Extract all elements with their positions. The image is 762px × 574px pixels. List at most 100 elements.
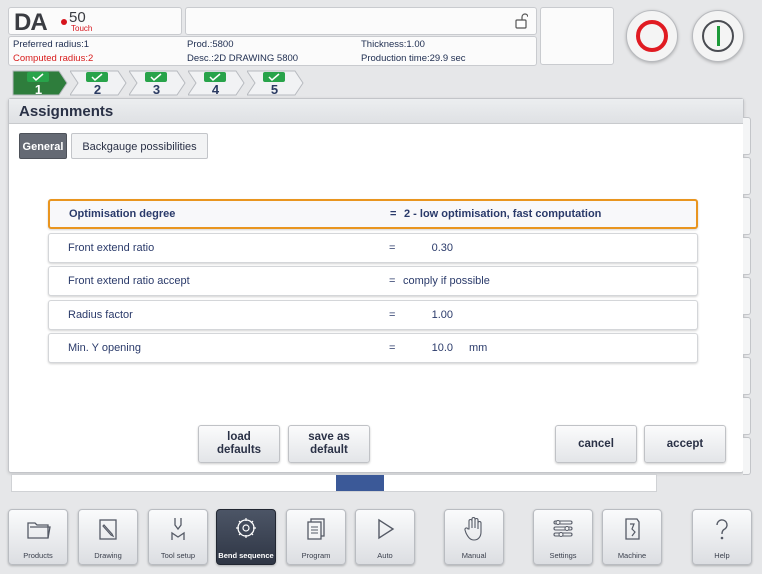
step-number: 3 xyxy=(152,82,161,97)
step-ok-icon xyxy=(27,72,49,82)
message-bar xyxy=(185,7,537,35)
step-number: 2 xyxy=(93,82,102,97)
step-number: 5 xyxy=(270,82,279,97)
status-box xyxy=(540,7,614,65)
nav-label: Auto xyxy=(377,551,393,560)
nav-drawing[interactable]: Drawing xyxy=(78,509,138,565)
nav-bend-sequence[interactable]: Bend sequence xyxy=(216,509,276,565)
save-as-default-button[interactable]: save as default xyxy=(288,425,370,463)
cancel-button[interactable]: cancel xyxy=(555,425,637,463)
nav-label: Drawing xyxy=(94,551,122,560)
current-step-marker xyxy=(336,475,384,491)
play-icon xyxy=(378,518,395,540)
param-value: 2 - low optimisation, fast computation xyxy=(404,208,602,220)
nav-settings[interactable]: Settings xyxy=(533,509,593,565)
logo-sub: Touch xyxy=(71,24,93,33)
side-tab[interactable] xyxy=(743,357,751,395)
tool-icon xyxy=(171,518,185,540)
nav-label: Help xyxy=(714,551,730,560)
param-equals: = xyxy=(390,208,397,220)
nav-manual[interactable]: Manual xyxy=(444,509,504,565)
side-tab[interactable] xyxy=(743,237,751,275)
param-equals: = xyxy=(389,275,396,287)
nav-label: Manual xyxy=(461,551,487,560)
tab-backgauge-possibilities[interactable]: Backgauge possibilities xyxy=(71,133,208,159)
nav-tool-setup[interactable]: Tool setup xyxy=(148,509,208,565)
param-value: comply if possible xyxy=(403,275,490,287)
step-number: 1 xyxy=(34,82,43,97)
hand-icon xyxy=(464,517,482,541)
param-equals: = xyxy=(389,242,396,254)
side-tab[interactable] xyxy=(743,317,751,355)
param-label: Min. Y opening xyxy=(68,342,141,354)
product-description: Desc.:2D DRAWING 5800 xyxy=(187,53,299,64)
nav-program[interactable]: Program xyxy=(286,509,346,565)
stop-icon xyxy=(636,20,668,52)
step-ok-icon xyxy=(86,72,108,82)
machine-icon xyxy=(625,518,640,540)
step-ok-icon xyxy=(263,72,285,82)
preferred-radius: Preferred radius:1 xyxy=(13,39,90,50)
nav-machine[interactable]: Machine xyxy=(602,509,662,565)
product-info-bar: Preferred radius:1 Computed radius:2 Pro… xyxy=(8,36,537,66)
side-tab[interactable] xyxy=(743,277,751,315)
logo-text: DA xyxy=(14,9,48,36)
param-value: 1.00 xyxy=(431,309,453,321)
bend-progress-strip xyxy=(11,474,657,492)
thickness: Thickness:1.00 xyxy=(361,39,425,50)
nav-label: Bend sequence xyxy=(218,551,274,560)
unlock-icon[interactable] xyxy=(514,13,528,29)
param-value: 0.30 xyxy=(431,242,453,254)
program-icon xyxy=(307,518,325,540)
step-tab-1[interactable]: 1 xyxy=(11,69,69,97)
side-tab[interactable] xyxy=(743,117,751,155)
side-tab[interactable] xyxy=(743,437,751,475)
nav-label: Products xyxy=(23,551,53,560)
step-tab-4[interactable]: 4 xyxy=(188,69,246,97)
load-defaults-button[interactable]: load defaults xyxy=(198,425,280,463)
param-min-y-opening[interactable]: Min. Y opening = 10.0 mm xyxy=(48,333,698,363)
step-ok-icon xyxy=(204,72,226,82)
param-equals: = xyxy=(389,309,396,321)
nav-label: Machine xyxy=(617,551,647,560)
param-front-extend-ratio[interactable]: Front extend ratio = 0.30 xyxy=(48,233,698,263)
nav-help[interactable]: Help xyxy=(692,509,752,565)
panel-title: Assignments xyxy=(9,99,743,124)
side-tab[interactable] xyxy=(743,397,751,435)
logo: DA 50 Touch xyxy=(8,7,182,36)
param-label: Radius factor xyxy=(68,309,133,321)
side-tab[interactable] xyxy=(743,157,751,195)
accept-button[interactable]: accept xyxy=(644,425,726,463)
param-front-extend-ratio-accept[interactable]: Front extend ratio accept = comply if po… xyxy=(48,266,698,296)
help-icon xyxy=(716,519,728,540)
param-label: Optimisation degree xyxy=(69,208,176,220)
step-tab-3[interactable]: 3 xyxy=(129,69,187,97)
param-unit: mm xyxy=(469,342,488,354)
stop-button[interactable] xyxy=(626,10,678,62)
param-label: Front extend ratio xyxy=(68,242,155,254)
step-ok-icon xyxy=(145,72,167,82)
param-value: 10.0 xyxy=(431,342,453,354)
step-tab-2[interactable]: 2 xyxy=(70,69,128,97)
tab-general[interactable]: General xyxy=(19,133,67,159)
param-equals: = xyxy=(389,342,396,354)
step-number: 4 xyxy=(211,82,220,97)
nav-label: Program xyxy=(301,551,331,560)
nav-label: Settings xyxy=(549,551,577,560)
nav-auto[interactable]: Auto xyxy=(355,509,415,565)
step-tab-5[interactable]: 5 xyxy=(247,69,305,97)
nav-products[interactable]: Products xyxy=(8,509,68,565)
start-button[interactable] xyxy=(692,10,744,62)
side-tab[interactable] xyxy=(743,197,751,235)
product-number: Prod.:5800 xyxy=(187,39,234,50)
nav-label: Tool setup xyxy=(160,551,196,560)
pencil-icon xyxy=(99,519,117,540)
param-optimisation-degree[interactable]: Optimisation degree = 2 - low optimisati… xyxy=(48,199,698,229)
bend-sequence-icon xyxy=(236,518,256,538)
param-label: Front extend ratio accept xyxy=(68,275,190,287)
logo-dot xyxy=(61,19,67,25)
param-radius-factor[interactable]: Radius factor = 1.00 xyxy=(48,300,698,330)
computed-radius: Computed radius:2 xyxy=(13,53,94,64)
production-time: Production time:29.9 sec xyxy=(361,53,466,64)
settings-icon xyxy=(553,520,573,537)
